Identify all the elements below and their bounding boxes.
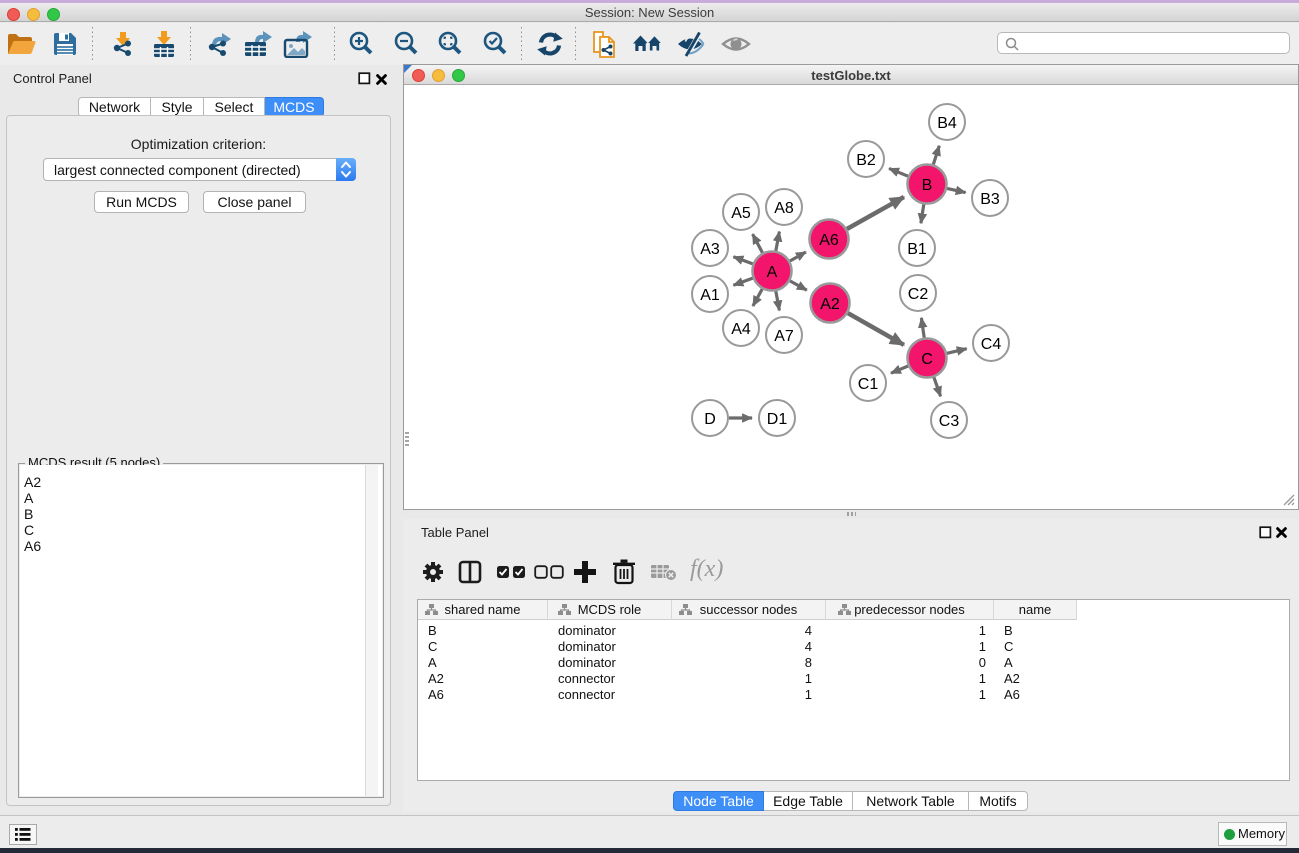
svg-text:A1: A1 [700, 287, 720, 304]
svg-text:A5: A5 [731, 205, 751, 222]
svg-text:B2: B2 [856, 152, 876, 169]
svg-text:C2: C2 [908, 286, 929, 303]
svg-text:A4: A4 [731, 321, 751, 338]
svg-text:C: C [921, 351, 933, 368]
svg-text:A8: A8 [774, 200, 794, 217]
svg-text:D1: D1 [767, 411, 788, 428]
svg-text:C1: C1 [858, 376, 879, 393]
svg-text:C3: C3 [939, 413, 960, 430]
svg-text:B3: B3 [980, 191, 1000, 208]
svg-text:B1: B1 [907, 241, 927, 258]
svg-text:A2: A2 [820, 296, 840, 313]
svg-text:B4: B4 [937, 115, 957, 132]
svg-text:C4: C4 [981, 336, 1002, 353]
svg-text:D: D [704, 411, 716, 428]
svg-text:B: B [922, 177, 933, 194]
svg-text:A3: A3 [700, 241, 720, 258]
svg-text:A: A [767, 264, 778, 281]
svg-text:A7: A7 [774, 328, 794, 345]
svg-text:A6: A6 [819, 232, 839, 249]
